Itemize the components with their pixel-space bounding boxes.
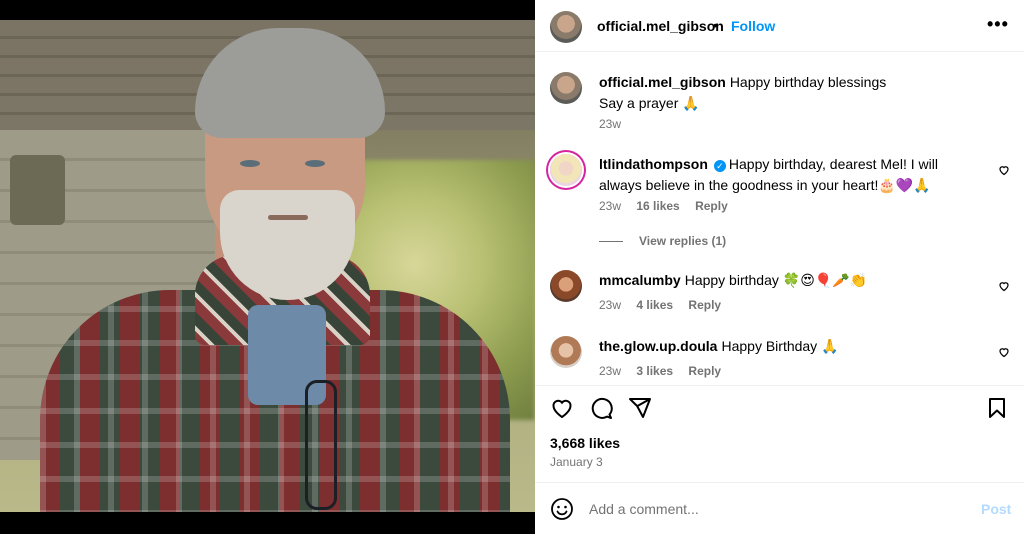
post-header: official.mel_gibson • Follow •••: [535, 0, 1024, 52]
more-options-icon[interactable]: •••: [987, 14, 1009, 35]
view-replies-button[interactable]: View replies (1): [599, 234, 726, 248]
verified-icon: ✓: [713, 160, 726, 172]
post-media[interactable]: [0, 0, 535, 534]
comment-likes[interactable]: 16 likes: [636, 199, 679, 213]
comment-text: Happy birthday 🍀😍🎈🥕👏: [684, 272, 868, 288]
comment-like-heart-icon[interactable]: [998, 164, 1010, 176]
caption-username[interactable]: official.mel_gibson: [599, 74, 726, 90]
comment-age[interactable]: 23w: [599, 364, 621, 378]
reply-button[interactable]: Reply: [688, 364, 721, 378]
comment-likes[interactable]: 4 likes: [636, 298, 673, 312]
caption-avatar[interactable]: [550, 72, 582, 104]
comment-age[interactable]: 23w: [599, 199, 621, 213]
post-panel: official.mel_gibson • Follow ••• officia…: [535, 0, 1024, 534]
add-comment-bar: Post: [535, 482, 1024, 534]
comment-like-heart-icon[interactable]: [998, 280, 1010, 292]
share-icon[interactable]: [628, 396, 652, 420]
caption-age[interactable]: 23w: [599, 117, 621, 131]
comment-like-heart-icon[interactable]: [998, 346, 1010, 358]
author-avatar[interactable]: [550, 11, 582, 43]
comment-icon[interactable]: [589, 396, 613, 420]
separator-dot: •: [713, 17, 718, 33]
commenter-username[interactable]: the.glow.up.doula: [599, 338, 717, 354]
commenter-avatar[interactable]: [550, 270, 582, 302]
reply-button[interactable]: Reply: [695, 199, 728, 213]
commenter-avatar[interactable]: [550, 336, 582, 368]
comment-text: Happy Birthday 🙏: [721, 338, 839, 354]
post-date[interactable]: January 3: [550, 455, 603, 469]
bookmark-icon[interactable]: [985, 396, 1009, 420]
commenter-avatar[interactable]: [550, 154, 582, 186]
comment-age[interactable]: 23w: [599, 298, 621, 312]
post-photo[interactable]: [0, 20, 535, 512]
caption-text-line2: Say a prayer 🙏: [599, 95, 700, 111]
post-button[interactable]: Post: [981, 501, 1011, 517]
like-heart-icon[interactable]: [550, 396, 574, 420]
follow-button[interactable]: Follow: [731, 18, 775, 34]
reply-button[interactable]: Reply: [688, 298, 721, 312]
likes-count[interactable]: 3,668 likes: [550, 435, 620, 451]
post-actions: [535, 385, 1024, 425]
author-username[interactable]: official.mel_gibson: [597, 18, 724, 34]
emoji-icon[interactable]: [550, 497, 574, 521]
commenter-username[interactable]: ltlindathompson: [599, 156, 708, 172]
comment-likes[interactable]: 3 likes: [636, 364, 673, 378]
comment-input[interactable]: [589, 498, 949, 520]
caption-text-line1: Happy birthday blessings: [729, 74, 887, 90]
commenter-username[interactable]: mmcalumby: [599, 272, 681, 288]
